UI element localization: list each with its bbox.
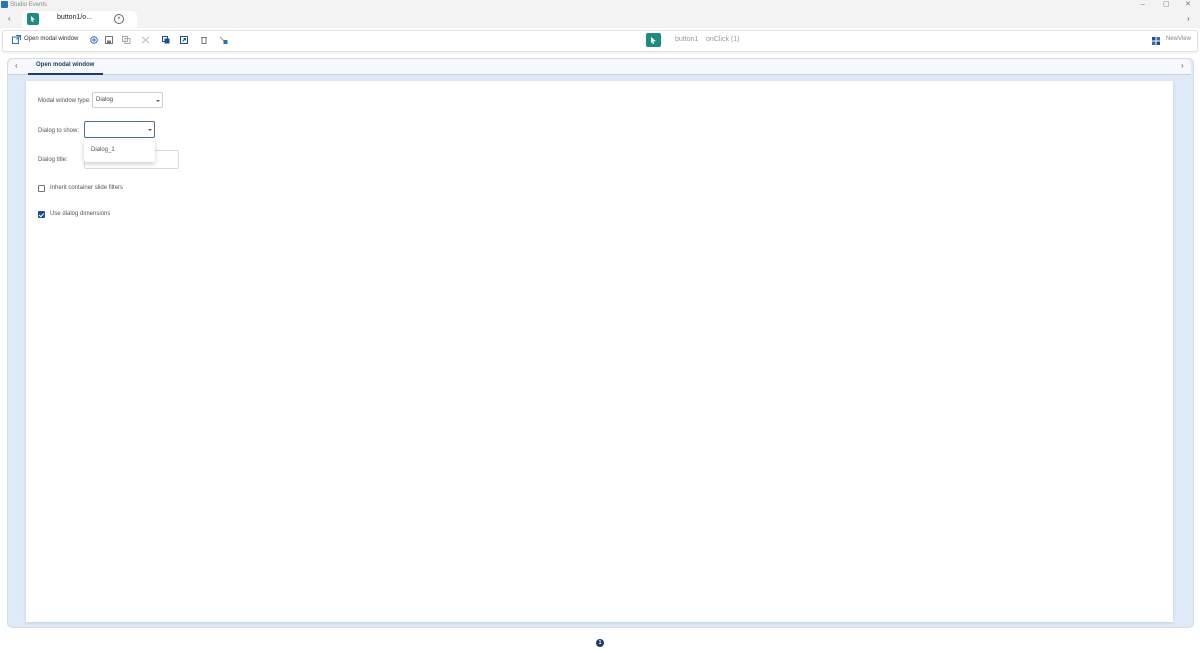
tab-open-modal-window[interactable]: Open modal window — [36, 62, 94, 68]
tabs-back-chevron-icon[interactable]: ‹ — [8, 14, 11, 24]
inherit-filters-label: Inherit container slide filters — [50, 185, 124, 191]
active-tab-indicator — [28, 73, 103, 75]
export-icon[interactable] — [180, 36, 188, 44]
restore-button[interactable]: ▢ — [1163, 0, 1170, 10]
window-title: Studio Events — [10, 2, 48, 8]
modal-type-label: Modal window type: — [38, 98, 91, 104]
tabs-forward-chevron-icon[interactable]: › — [1187, 14, 1190, 24]
use-dimensions-label: Use dialog dimensions — [50, 211, 111, 217]
button-component-icon — [27, 13, 39, 25]
add-icon[interactable] — [90, 36, 98, 44]
action-label: Open modal window — [24, 36, 79, 42]
chevron-down-icon — [148, 129, 152, 131]
dialog-show-select[interactable] — [84, 121, 155, 138]
panel-tab-bar — [8, 59, 1191, 75]
tab-label: button1/o... — [57, 14, 93, 21]
cut-icon[interactable] — [141, 36, 150, 44]
dialog-title-label: Dialog title: — [38, 157, 68, 163]
action-settings-form — [26, 81, 1173, 622]
inherit-filters-checkbox[interactable] — [38, 185, 45, 192]
link-icon[interactable] — [219, 36, 228, 44]
component-name: button1 — [675, 36, 699, 43]
paste-icon[interactable] — [162, 36, 170, 44]
dialog-show-label: Dialog to show: — [38, 128, 80, 134]
panel-back-chevron-icon[interactable]: ‹ — [15, 61, 18, 71]
app-icon — [1, 1, 8, 8]
title-bar — [0, 0, 1200, 10]
view-name[interactable]: NewView — [1166, 36, 1191, 42]
copy-icon[interactable] — [122, 36, 131, 44]
delete-icon[interactable] — [200, 36, 208, 44]
close-button[interactable]: ✕ — [1185, 0, 1191, 10]
tab-close-icon[interactable]: × — [114, 14, 124, 24]
event-name: onClick (1) — [706, 36, 740, 43]
minimize-button[interactable]: – — [1141, 0, 1145, 10]
tab-strip — [0, 10, 1200, 28]
use-dimensions-checkbox[interactable] — [38, 211, 45, 218]
view-layout-icon — [1152, 37, 1160, 45]
dropdown-option-dialog-1[interactable]: Dialog_1 — [91, 147, 115, 153]
save-icon[interactable] — [105, 36, 113, 44]
chevron-down-icon — [156, 100, 160, 102]
modal-type-value: Dialog — [96, 97, 114, 103]
component-button-icon — [646, 33, 661, 47]
open-modal-icon — [12, 35, 21, 44]
page-indicator[interactable]: 1 — [596, 639, 604, 647]
panel-forward-chevron-icon[interactable]: › — [1181, 61, 1184, 71]
